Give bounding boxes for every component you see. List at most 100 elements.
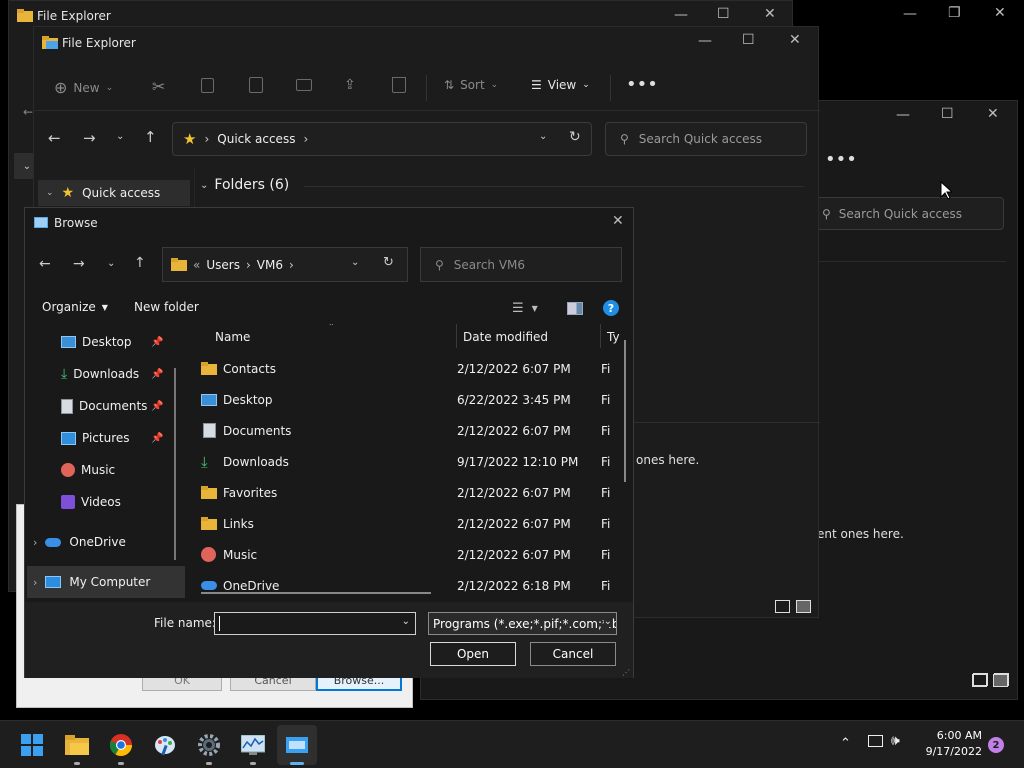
nav-item-onedrive[interactable]: › OneDrive xyxy=(33,526,126,558)
minimize-button[interactable]: — xyxy=(698,33,712,49)
pin-icon[interactable]: 📌 xyxy=(151,433,163,444)
breadcrumb-users[interactable]: Users xyxy=(206,258,240,272)
rename-icon[interactable] xyxy=(296,79,312,91)
open-button[interactable]: Open xyxy=(430,642,516,666)
volume-icon[interactable]: 🕪 xyxy=(891,733,900,749)
nav-item-desktop[interactable]: Desktop 📌 xyxy=(61,326,163,358)
horizontal-scrollbar[interactable] xyxy=(201,592,431,594)
file-explorer-taskbar-button[interactable] xyxy=(57,725,97,765)
list-item[interactable]: Documents 2/12/2022 6:07 PM Fi xyxy=(201,415,631,446)
nav-item-videos[interactable]: Videos xyxy=(61,486,121,518)
chrome-taskbar-button[interactable] xyxy=(101,725,141,765)
more-options-icon[interactable]: ••• xyxy=(825,149,857,170)
column-header-name[interactable]: Name xyxy=(215,330,250,344)
file-name-input[interactable]: ⌄ xyxy=(214,612,416,635)
nav-item-pictures[interactable]: Pictures 📌 xyxy=(61,422,163,454)
help-icon[interactable]: ? xyxy=(603,300,619,316)
list-item[interactable]: Contacts 2/12/2022 6:07 PM Fi xyxy=(201,353,631,384)
organize-button[interactable]: Organize ▼ xyxy=(42,300,108,314)
maximize-button[interactable]: ☐ xyxy=(742,32,755,48)
chevron-down-icon[interactable]: ⌄ xyxy=(402,616,410,627)
clock[interactable]: 6:00 AM 9/17/2022 xyxy=(918,728,982,760)
restore-button[interactable]: ❐ xyxy=(948,5,961,21)
file-type-select[interactable]: Programs (*.exe;*.pif;*.com;*.ba ⌄ xyxy=(428,612,617,635)
up-button[interactable]: ↑ xyxy=(134,255,146,271)
settings-taskbar-button[interactable] xyxy=(189,725,229,765)
browse-dialog[interactable]: Browse ✕ ← → ⌄ ↑ « Users › VM6 › ⌄ ↻ ⚲ S… xyxy=(24,207,634,678)
copy-icon[interactable] xyxy=(201,78,214,93)
address-bar[interactable]: ★ › Quick access › ⌄ ↻ xyxy=(172,122,592,156)
browse-dialog-taskbar-button[interactable] xyxy=(277,725,317,765)
change-view-icon[interactable]: ☰ ▼ xyxy=(512,301,538,316)
recent-locations-button[interactable]: ⌄ xyxy=(107,258,115,269)
back-arrow-icon[interactable]: ← xyxy=(23,105,33,119)
nav-quick-access[interactable]: ⌄ ★ Quick access xyxy=(38,180,190,206)
recent-locations-button[interactable]: ⌄ xyxy=(116,131,124,142)
delete-icon[interactable] xyxy=(392,77,406,93)
start-button[interactable] xyxy=(12,725,52,765)
notification-badge[interactable]: 2 xyxy=(988,737,1004,753)
forward-button[interactable]: → xyxy=(73,256,85,272)
nav-scrollbar[interactable] xyxy=(174,368,176,560)
show-hidden-icons-chevron-up-icon[interactable]: ⌃ xyxy=(840,736,851,751)
minimize-button[interactable]: — xyxy=(903,6,917,22)
close-button[interactable]: ✕ xyxy=(789,32,801,48)
address-bar[interactable]: « Users › VM6 › ⌄ ↻ xyxy=(162,247,408,282)
new-button[interactable]: ⊕ New ⌄ xyxy=(54,78,113,97)
list-item[interactable]: Links 2/12/2022 6:07 PM Fi xyxy=(201,508,631,539)
list-item[interactable]: OneDrive 2/12/2022 6:18 PM Fi xyxy=(201,570,631,601)
resource-monitor-taskbar-button[interactable] xyxy=(233,725,273,765)
nav-item-documents[interactable]: Documents 📌 xyxy=(61,390,163,422)
cut-icon[interactable]: ✂ xyxy=(152,77,165,96)
close-button[interactable]: ✕ xyxy=(987,106,999,122)
more-options-icon[interactable]: ••• xyxy=(626,74,658,95)
refresh-icon[interactable]: ↻ xyxy=(383,255,394,270)
share-icon[interactable]: ⇪ xyxy=(344,77,356,93)
tiles-view-icon[interactable] xyxy=(993,674,1008,687)
network-icon[interactable] xyxy=(868,735,883,747)
column-header-date[interactable]: Date modified xyxy=(463,330,548,344)
list-item[interactable]: Desktop 6/22/2022 3:45 PM Fi xyxy=(201,384,631,415)
list-item[interactable]: Music 2/12/2022 6:07 PM Fi xyxy=(201,539,631,570)
minimize-button[interactable]: — xyxy=(674,7,688,23)
tiles-view-icon[interactable] xyxy=(796,600,811,613)
paint-taskbar-button[interactable] xyxy=(145,725,185,765)
maximize-button[interactable]: ☐ xyxy=(941,106,954,122)
paste-icon[interactable] xyxy=(249,77,263,93)
details-view-icon[interactable] xyxy=(775,600,790,613)
forward-button[interactable]: → xyxy=(83,129,96,147)
search-box[interactable]: ⚲ Search Quick access xyxy=(605,122,807,156)
pin-icon[interactable]: 📌 xyxy=(151,401,163,412)
breadcrumb-vm6[interactable]: VM6 xyxy=(257,258,283,272)
list-item[interactable]: ⤓ Downloads 9/17/2022 12:10 PM Fi xyxy=(201,446,631,477)
refresh-icon[interactable]: ↻ xyxy=(569,129,581,145)
pin-icon[interactable]: 📌 xyxy=(151,369,163,380)
maximize-button[interactable]: ☐ xyxy=(717,6,730,22)
chevron-down-icon[interactable]: ⌄ xyxy=(539,131,547,142)
search-box[interactable]: ⚲ Search Quick access xyxy=(811,197,1004,230)
new-folder-button[interactable]: New folder xyxy=(134,300,199,314)
back-button[interactable]: ← xyxy=(48,129,61,147)
pin-icon[interactable]: 📌 xyxy=(151,337,163,348)
nav-item-music[interactable]: Music xyxy=(61,454,115,486)
preview-pane-icon[interactable] xyxy=(567,302,583,315)
search-box[interactable]: ⚲ Search VM6 xyxy=(420,247,622,282)
resize-grip-icon[interactable]: ⋰ xyxy=(622,668,630,677)
sort-button[interactable]: ⇅ Sort ⌄ xyxy=(444,78,498,92)
details-view-icon[interactable] xyxy=(972,674,987,687)
back-button[interactable]: ← xyxy=(39,256,51,272)
nav-item-downloads[interactable]: ⤓ Downloads 📌 xyxy=(61,358,163,390)
nav-item-my-computer[interactable]: › My Computer xyxy=(27,566,185,598)
minimize-button[interactable]: — xyxy=(896,107,910,123)
breadcrumb-prefix[interactable]: « xyxy=(193,258,200,272)
close-button[interactable]: ✕ xyxy=(994,5,1006,21)
breadcrumb[interactable]: Quick access xyxy=(217,132,295,146)
file-list-scrollbar[interactable] xyxy=(624,340,626,482)
chevron-down-icon[interactable]: ⌄ xyxy=(351,257,359,268)
close-button[interactable]: ✕ xyxy=(612,213,624,229)
cancel-button[interactable]: Cancel xyxy=(530,642,616,666)
close-button[interactable]: ✕ xyxy=(764,6,776,22)
list-item[interactable]: Favorites 2/12/2022 6:07 PM Fi xyxy=(201,477,631,508)
folders-header[interactable]: ⌄ Folders (6) xyxy=(200,177,289,193)
view-button[interactable]: ☰ View ⌄ xyxy=(531,78,590,92)
